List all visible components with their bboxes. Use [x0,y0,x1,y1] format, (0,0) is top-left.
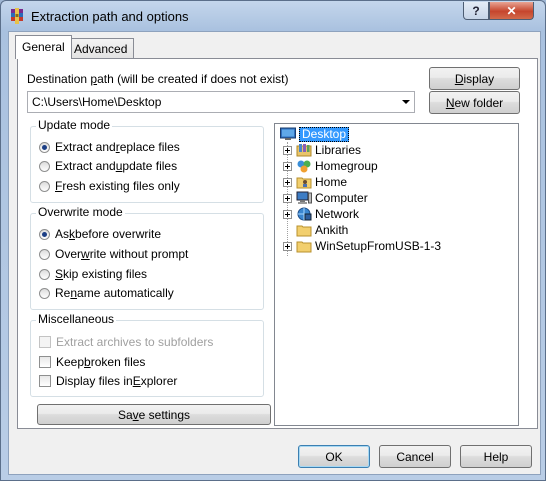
overwrite-mode-title: Overwrite mode [36,205,125,219]
radio-button[interactable] [39,160,50,172]
network-icon [297,207,312,221]
tab-general[interactable]: General [15,35,72,59]
tree-item-winsetupfromusb[interactable]: WinSetupFromUSB-1-3 [283,238,441,254]
checkbox-display-in-explorer[interactable]: Display files in Explorer [39,373,177,389]
tree-item-label: Network [315,207,360,221]
checkbox [39,336,51,348]
dialog-client: General Advanced Destination path (will … [8,31,541,475]
tree-item-ankith[interactable]: Ankith [283,222,348,238]
update-mode-title: Update mode [36,118,113,132]
cancel-button[interactable]: Cancel [379,445,451,468]
radio-skip-existing[interactable]: Skip existing files [39,266,147,282]
tree-item-homegroup[interactable]: Homegroup [283,158,378,174]
radio-overwrite-without-prompt[interactable]: Over w rite without prompt [39,246,188,262]
tree-item-home[interactable]: Home [283,174,347,190]
display-button[interactable]: Display [429,67,520,90]
radio-ask-before-overwrite[interactable]: As k before overwrite [39,226,161,242]
tree-item-desktop[interactable]: Desktop [280,126,350,142]
expand-icon[interactable] [283,241,292,251]
homegroup-icon [297,160,311,173]
help-button[interactable]: Help [460,445,532,468]
computer-icon [296,191,312,204]
title-help-button[interactable]: ? [463,2,489,20]
tree-item-network[interactable]: Network [283,206,359,222]
expand-icon[interactable] [283,209,292,219]
radio-rename-automatically[interactable]: Re n ame automatically [39,285,174,301]
checkbox[interactable] [39,356,51,368]
expand-icon[interactable] [283,193,292,203]
tree-item-label: Libraries [315,143,362,157]
dialog-window: Extraction path and options ? ✕ General … [0,0,546,481]
radio-button[interactable] [39,287,50,299]
folder-icon [296,225,312,237]
tab-advanced[interactable]: Advanced [67,38,135,58]
expand-icon[interactable] [283,177,292,187]
libraries-icon [296,144,312,157]
window-title: Extraction path and options [31,9,189,24]
misc-title: Miscellaneous [36,312,117,326]
ok-button[interactable]: OK [298,445,370,468]
folder-icon [296,241,312,253]
checkbox[interactable] [39,375,51,387]
radio-extract-replace[interactable]: Extract and r eplace files [39,139,180,155]
user-folder-icon [296,177,312,189]
tree-item-label: Computer [315,191,368,205]
tree-item-label: Ankith [315,223,349,237]
radio-button[interactable] [39,228,50,240]
tree-item-label: WinSetupFromUSB-1-3 [315,239,442,253]
tree-item-libraries[interactable]: Libraries [283,142,361,158]
radio-button[interactable] [39,180,50,192]
radio-button[interactable] [39,268,50,280]
destination-path-label: Destination path (will be created if doe… [27,72,289,86]
checkbox-extract-to-subfolders: Extract archives to subfolders [39,334,213,350]
destination-path-combo[interactable]: C:\Users\Home\Desktop [27,91,415,113]
radio-button[interactable] [39,248,50,260]
checkbox-keep-broken-files[interactable]: Keep b roken files [39,354,145,370]
radio-extract-update[interactable]: Extract and u pdate files [39,158,177,174]
destination-path-value: C:\Users\Home\Desktop [32,95,162,109]
tree-item-label: Homegroup [315,159,378,173]
close-button[interactable]: ✕ [489,2,534,20]
dropdown-arrow-icon[interactable] [402,100,410,104]
radio-button[interactable] [39,141,50,153]
expand-icon[interactable] [283,161,292,171]
misc-group: Miscellaneous Extract archives to subfol… [30,312,264,397]
overwrite-mode-group: Overwrite mode As k before overwrite Over… [30,205,264,310]
update-mode-group: Update mode Extract and r eplace files Ex… [30,118,264,203]
title-bar[interactable]: Extraction path and options ? ✕ [1,1,545,31]
tree-item-computer[interactable]: Computer [283,190,368,206]
new-folder-button[interactable]: New folder [429,91,520,114]
winrar-icon [11,8,23,24]
desktop-icon [280,127,296,140]
save-settings-button[interactable]: Sa v e settings [37,404,271,425]
tree-item-label: Desktop [299,126,350,142]
tree-item-label: Home [315,175,348,189]
expand-icon[interactable] [283,145,292,155]
folder-tree[interactable]: Desktop Libraries Homegroup Home Compute… [274,123,519,426]
radio-fresh-existing[interactable]: Fresh existing files only [39,178,180,194]
